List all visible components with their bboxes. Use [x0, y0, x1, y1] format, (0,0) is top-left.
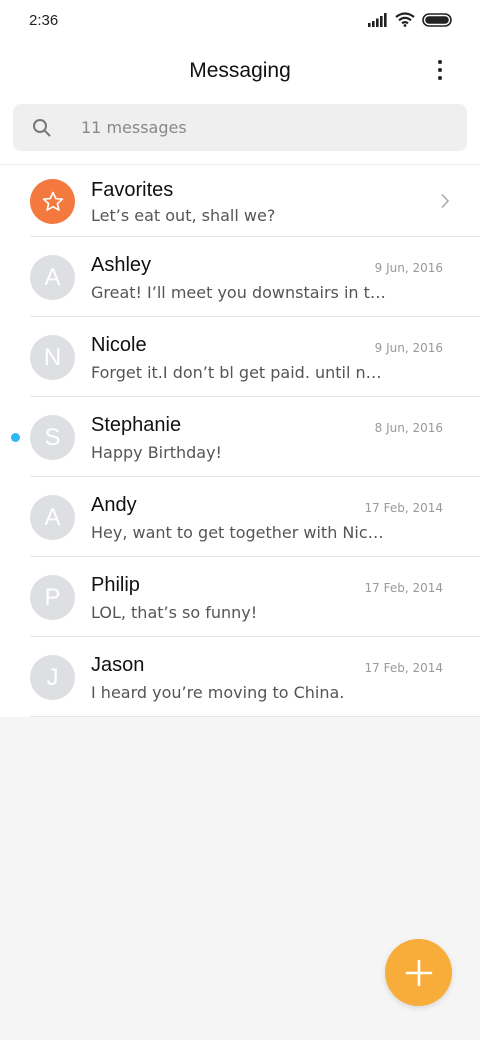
status-icons	[368, 12, 452, 27]
conversation-row[interactable]: S Stephanie Happy Birthday! 8 Jun, 2016	[0, 397, 480, 477]
message-preview: Great! I’ll meet you downstairs in te...	[91, 283, 391, 302]
search-icon	[33, 119, 51, 137]
message-preview: I heard you’re moving to China.	[91, 683, 345, 702]
conversation-row[interactable]: A Andy Hey, want to get together with Ni…	[0, 477, 480, 557]
more-vertical-icon	[438, 68, 442, 72]
contact-name: Favorites	[91, 179, 174, 201]
contact-name: Philip	[91, 574, 140, 596]
message-preview: Hey, want to get together with Nicol...	[91, 523, 391, 542]
page-title: Messaging	[189, 59, 291, 82]
new-message-button[interactable]	[385, 939, 452, 1006]
battery-icon	[422, 12, 452, 27]
chevron-right-icon	[441, 193, 450, 209]
avatar: A	[30, 255, 75, 300]
more-options-button[interactable]	[426, 56, 454, 84]
message-date: 17 Feb, 2014	[364, 661, 444, 675]
contact-name: Stephanie	[91, 414, 182, 436]
avatar: P	[30, 575, 75, 620]
message-preview: LOL, that’s so funny!	[91, 603, 258, 622]
message-date: 8 Jun, 2016	[374, 421, 443, 435]
message-date: 17 Feb, 2014	[364, 581, 444, 595]
contact-name: Ashley	[91, 254, 152, 276]
message-date: 9 Jun, 2016	[374, 261, 443, 275]
message-preview: Forget it.I don’t bl get paid. until nex…	[91, 363, 391, 382]
avatar: A	[30, 495, 75, 540]
more-vertical-icon	[438, 60, 442, 64]
favorites-row[interactable]: Favorites Let’s eat out, shall we?	[0, 165, 480, 237]
star-icon	[42, 191, 63, 211]
avatar: J	[30, 655, 75, 700]
contact-name: Andy	[91, 494, 137, 516]
divider	[30, 716, 480, 717]
wifi-icon	[395, 12, 415, 27]
messaging-screen: 2:36 Messaging 11 messages Favorites Let…	[0, 0, 480, 1040]
search-input[interactable]: 11 messages	[13, 104, 467, 151]
conversation-row[interactable]: P Philip LOL, that’s so funny! 17 Feb, 2…	[0, 557, 480, 637]
contact-name: Nicole	[91, 334, 147, 356]
conversation-row[interactable]: N Nicole Forget it.I don’t bl get paid. …	[0, 317, 480, 397]
more-vertical-icon	[438, 76, 442, 80]
signal-icon	[368, 12, 387, 27]
header: Messaging	[0, 44, 480, 100]
unread-indicator	[11, 433, 20, 442]
conversation-row[interactable]: A Ashley Great! I’ll meet you downstairs…	[0, 237, 480, 317]
message-preview: Let’s eat out, shall we?	[91, 206, 276, 225]
status-time: 2:36	[29, 12, 59, 29]
conversation-row[interactable]: J Jason I heard you’re moving to China. …	[0, 637, 480, 717]
message-date: 9 Jun, 2016	[374, 341, 443, 355]
conversation-list: Favorites Let’s eat out, shall we? A Ash…	[0, 164, 480, 717]
contact-name: Jason	[91, 654, 145, 676]
avatar: S	[30, 415, 75, 460]
message-date: 17 Feb, 2014	[364, 501, 444, 515]
avatar: N	[30, 335, 75, 380]
search-placeholder: 11 messages	[81, 118, 187, 137]
status-bar: 2:36	[0, 0, 480, 44]
favorites-avatar	[30, 179, 75, 224]
plus-icon	[405, 959, 432, 986]
message-preview: Happy Birthday!	[91, 443, 222, 462]
